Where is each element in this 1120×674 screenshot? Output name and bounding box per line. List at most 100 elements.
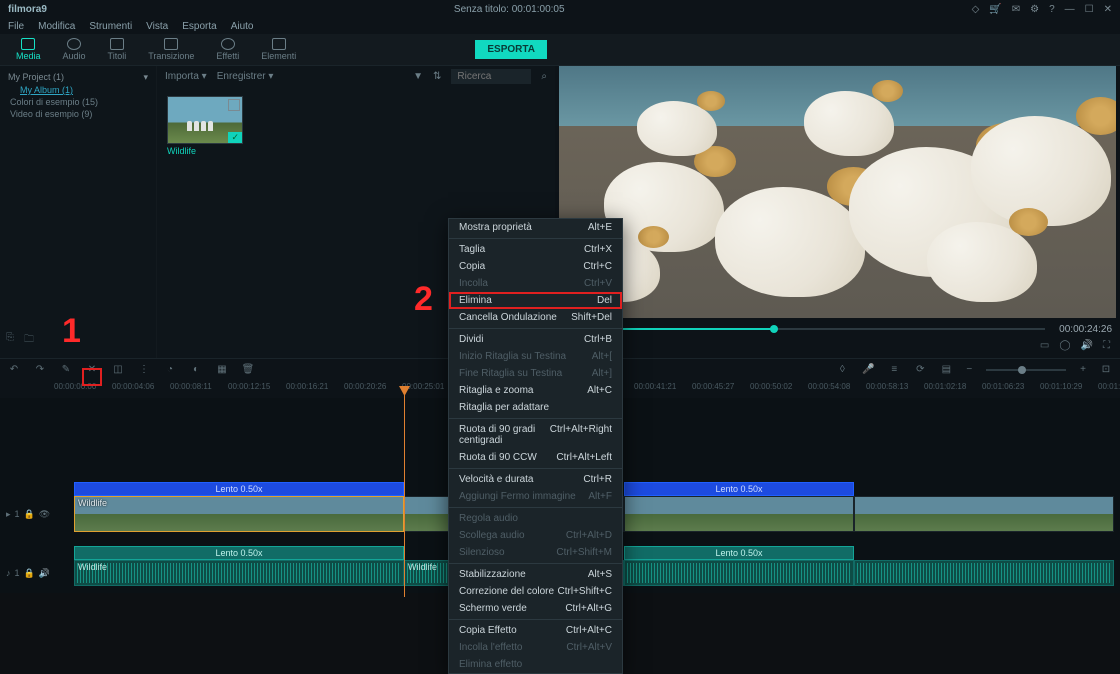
ruler-tick: 00:00:16:21 [286, 382, 328, 391]
audio-clip[interactable] [854, 560, 1114, 586]
video-clip[interactable]: Wildlife [74, 496, 404, 532]
menu-help[interactable]: Aiuto [231, 21, 254, 32]
snapshot-icon[interactable]: ▭ [1040, 340, 1049, 358]
menu-file[interactable]: File [8, 21, 24, 32]
tab-transition-label: Transizione [148, 51, 194, 61]
undo-icon[interactable]: ↶ [8, 364, 20, 376]
zoom-out-icon[interactable]: − [966, 364, 972, 375]
video-clip[interactable] [854, 496, 1114, 532]
menu-export[interactable]: Esporta [182, 21, 216, 32]
menu-tools[interactable]: Strumenti [89, 21, 132, 32]
context-item[interactable]: Correzione del coloreCtrl+Shift+C [449, 583, 622, 600]
tab-titles[interactable]: Titoli [98, 36, 137, 63]
mixer-icon[interactable]: ≡ [888, 364, 900, 376]
menu-edit[interactable]: Modifica [38, 21, 75, 32]
progress-bar[interactable] [594, 328, 1045, 330]
context-item[interactable]: Schermo verdeCtrl+Alt+G [449, 600, 622, 617]
marker-icon[interactable]: ◊ [836, 364, 848, 376]
context-item[interactable]: Ruota di 90 CCWCtrl+Alt+Left [449, 449, 622, 466]
context-item[interactable]: Ritaglia per adattare [449, 399, 622, 416]
tab-transition[interactable]: Transizione [138, 36, 204, 63]
tab-media-label: Media [16, 51, 41, 61]
fullscreen-icon[interactable]: ⛶ [1103, 340, 1110, 358]
context-item[interactable]: TagliaCtrl+X [449, 241, 622, 258]
lock-icon[interactable]: 🔒 [24, 509, 35, 520]
add-folder-icon[interactable]: ⎘ [6, 332, 14, 349]
render-icon[interactable]: ⟳ [914, 364, 926, 376]
color-icon[interactable]: ◐ [190, 364, 202, 376]
zoom-slider[interactable] [986, 369, 1066, 371]
sample-colors[interactable]: Colori di esempio (15) [8, 97, 148, 107]
media-thumbnail[interactable]: Wildlife [167, 96, 243, 156]
tab-elements[interactable]: Elementi [251, 36, 306, 63]
greenscreen-icon[interactable]: ▦ [216, 364, 228, 376]
user-icon[interactable]: ◇ [972, 4, 980, 15]
folder-icon[interactable]: 🗀 [24, 332, 34, 349]
camera-icon[interactable]: ◯ [1059, 340, 1070, 358]
context-item[interactable]: Copia EffettoCtrl+Alt+C [449, 622, 622, 639]
tab-audio[interactable]: Audio [53, 36, 96, 63]
context-item[interactable]: Mostra proprietàAlt+E [449, 219, 622, 236]
speed-icon[interactable]: ◔ [164, 364, 176, 376]
tab-effects[interactable]: Effetti [206, 36, 249, 63]
minimize-icon[interactable]: — [1065, 4, 1075, 15]
filter-icon[interactable]: ▼ [413, 71, 423, 82]
category-tabs: Media Audio Titoli Transizione Effetti E… [0, 34, 1120, 66]
audio-clip[interactable]: Wildlife [74, 560, 404, 586]
layers-icon[interactable]: ▤ [940, 364, 952, 376]
edit-icon[interactable]: ✎ [60, 364, 72, 376]
trash-icon[interactable]: 🗑 [242, 364, 254, 376]
context-item[interactable]: DividiCtrl+B [449, 331, 622, 348]
video-clip[interactable] [624, 496, 854, 532]
mute-icon[interactable]: 🔊 [39, 568, 50, 579]
sample-videos[interactable]: Video di esempio (9) [8, 109, 148, 119]
import-dropdown[interactable]: Importa ▾ [165, 71, 207, 82]
maximize-icon[interactable]: ☐ [1085, 4, 1094, 15]
thumbnail-name: Wildlife [167, 146, 243, 156]
preview-video[interactable] [559, 66, 1116, 318]
help-icon[interactable]: ? [1049, 4, 1055, 15]
settings-icon[interactable]: ⚙ [1030, 4, 1039, 15]
redo-icon[interactable]: ↷ [34, 364, 46, 376]
title-bar: filmora9 Senza titolo: 00:01:00:05 ◇ 🛒 ✉… [0, 0, 1120, 18]
context-item: SilenziosoCtrl+Shift+M [449, 544, 622, 561]
fit-icon[interactable]: ⊡ [1100, 364, 1112, 376]
context-item[interactable]: Ruota di 90 gradi centigradiCtrl+Alt+Rig… [449, 421, 622, 449]
message-icon[interactable]: ✉ [1012, 4, 1020, 15]
zoom-in-icon[interactable]: + [1080, 364, 1086, 375]
context-item[interactable]: Cancella OndulazioneShift+Del [449, 309, 622, 326]
tab-audio-label: Audio [63, 51, 86, 61]
context-item[interactable]: EliminaDel [449, 292, 622, 309]
tab-media[interactable]: Media [6, 36, 51, 63]
context-item[interactable]: Velocità e durataCtrl+R [449, 471, 622, 488]
mic-icon[interactable]: 🎤 [862, 364, 874, 376]
album-folder[interactable]: My Album (1) [8, 85, 148, 95]
tab-effects-label: Effetti [216, 51, 239, 61]
crop-icon[interactable]: ◫ [112, 364, 124, 376]
window-title: Senza titolo: 00:01:00:05 [47, 4, 972, 15]
context-item[interactable]: StabilizzazioneAlt+S [449, 566, 622, 583]
volume-icon[interactable]: 🔊 [1081, 340, 1093, 358]
video-track-head[interactable]: ▸1🔒👁 [0, 496, 54, 532]
playhead[interactable] [404, 386, 405, 597]
context-item: Incolla l'effettoCtrl+Alt+V [449, 639, 622, 656]
lock-icon[interactable]: 🔒 [24, 568, 35, 579]
close-icon[interactable]: ✕ [1104, 4, 1112, 15]
sort-icon[interactable]: ⇅ [433, 71, 441, 82]
search-icon[interactable]: ⌕ [541, 71, 547, 82]
context-item[interactable]: Ritaglia e zoomaAlt+C [449, 382, 622, 399]
chevron-down-icon[interactable]: ▾ [143, 72, 148, 83]
split-icon[interactable]: ⋮ [138, 364, 150, 376]
context-item[interactable]: CopiaCtrl+C [449, 258, 622, 275]
audio-track-head[interactable]: ♪1🔒🔊 [0, 560, 54, 586]
record-dropdown[interactable]: Enregistrer ▾ [217, 71, 274, 82]
menu-bar: File Modifica Strumenti Vista Esporta Ai… [0, 18, 1120, 34]
export-button[interactable]: ESPORTA [475, 40, 547, 59]
search-input[interactable] [451, 69, 531, 84]
cart-icon[interactable]: 🛒 [989, 4, 1001, 15]
preview-time: 00:00:24:26 [1059, 324, 1112, 335]
project-folder[interactable]: My Project (1)▾ [8, 72, 148, 83]
menu-view[interactable]: Vista [146, 21, 168, 32]
audio-clip[interactable] [624, 560, 854, 586]
eye-icon[interactable]: 👁 [39, 509, 50, 520]
